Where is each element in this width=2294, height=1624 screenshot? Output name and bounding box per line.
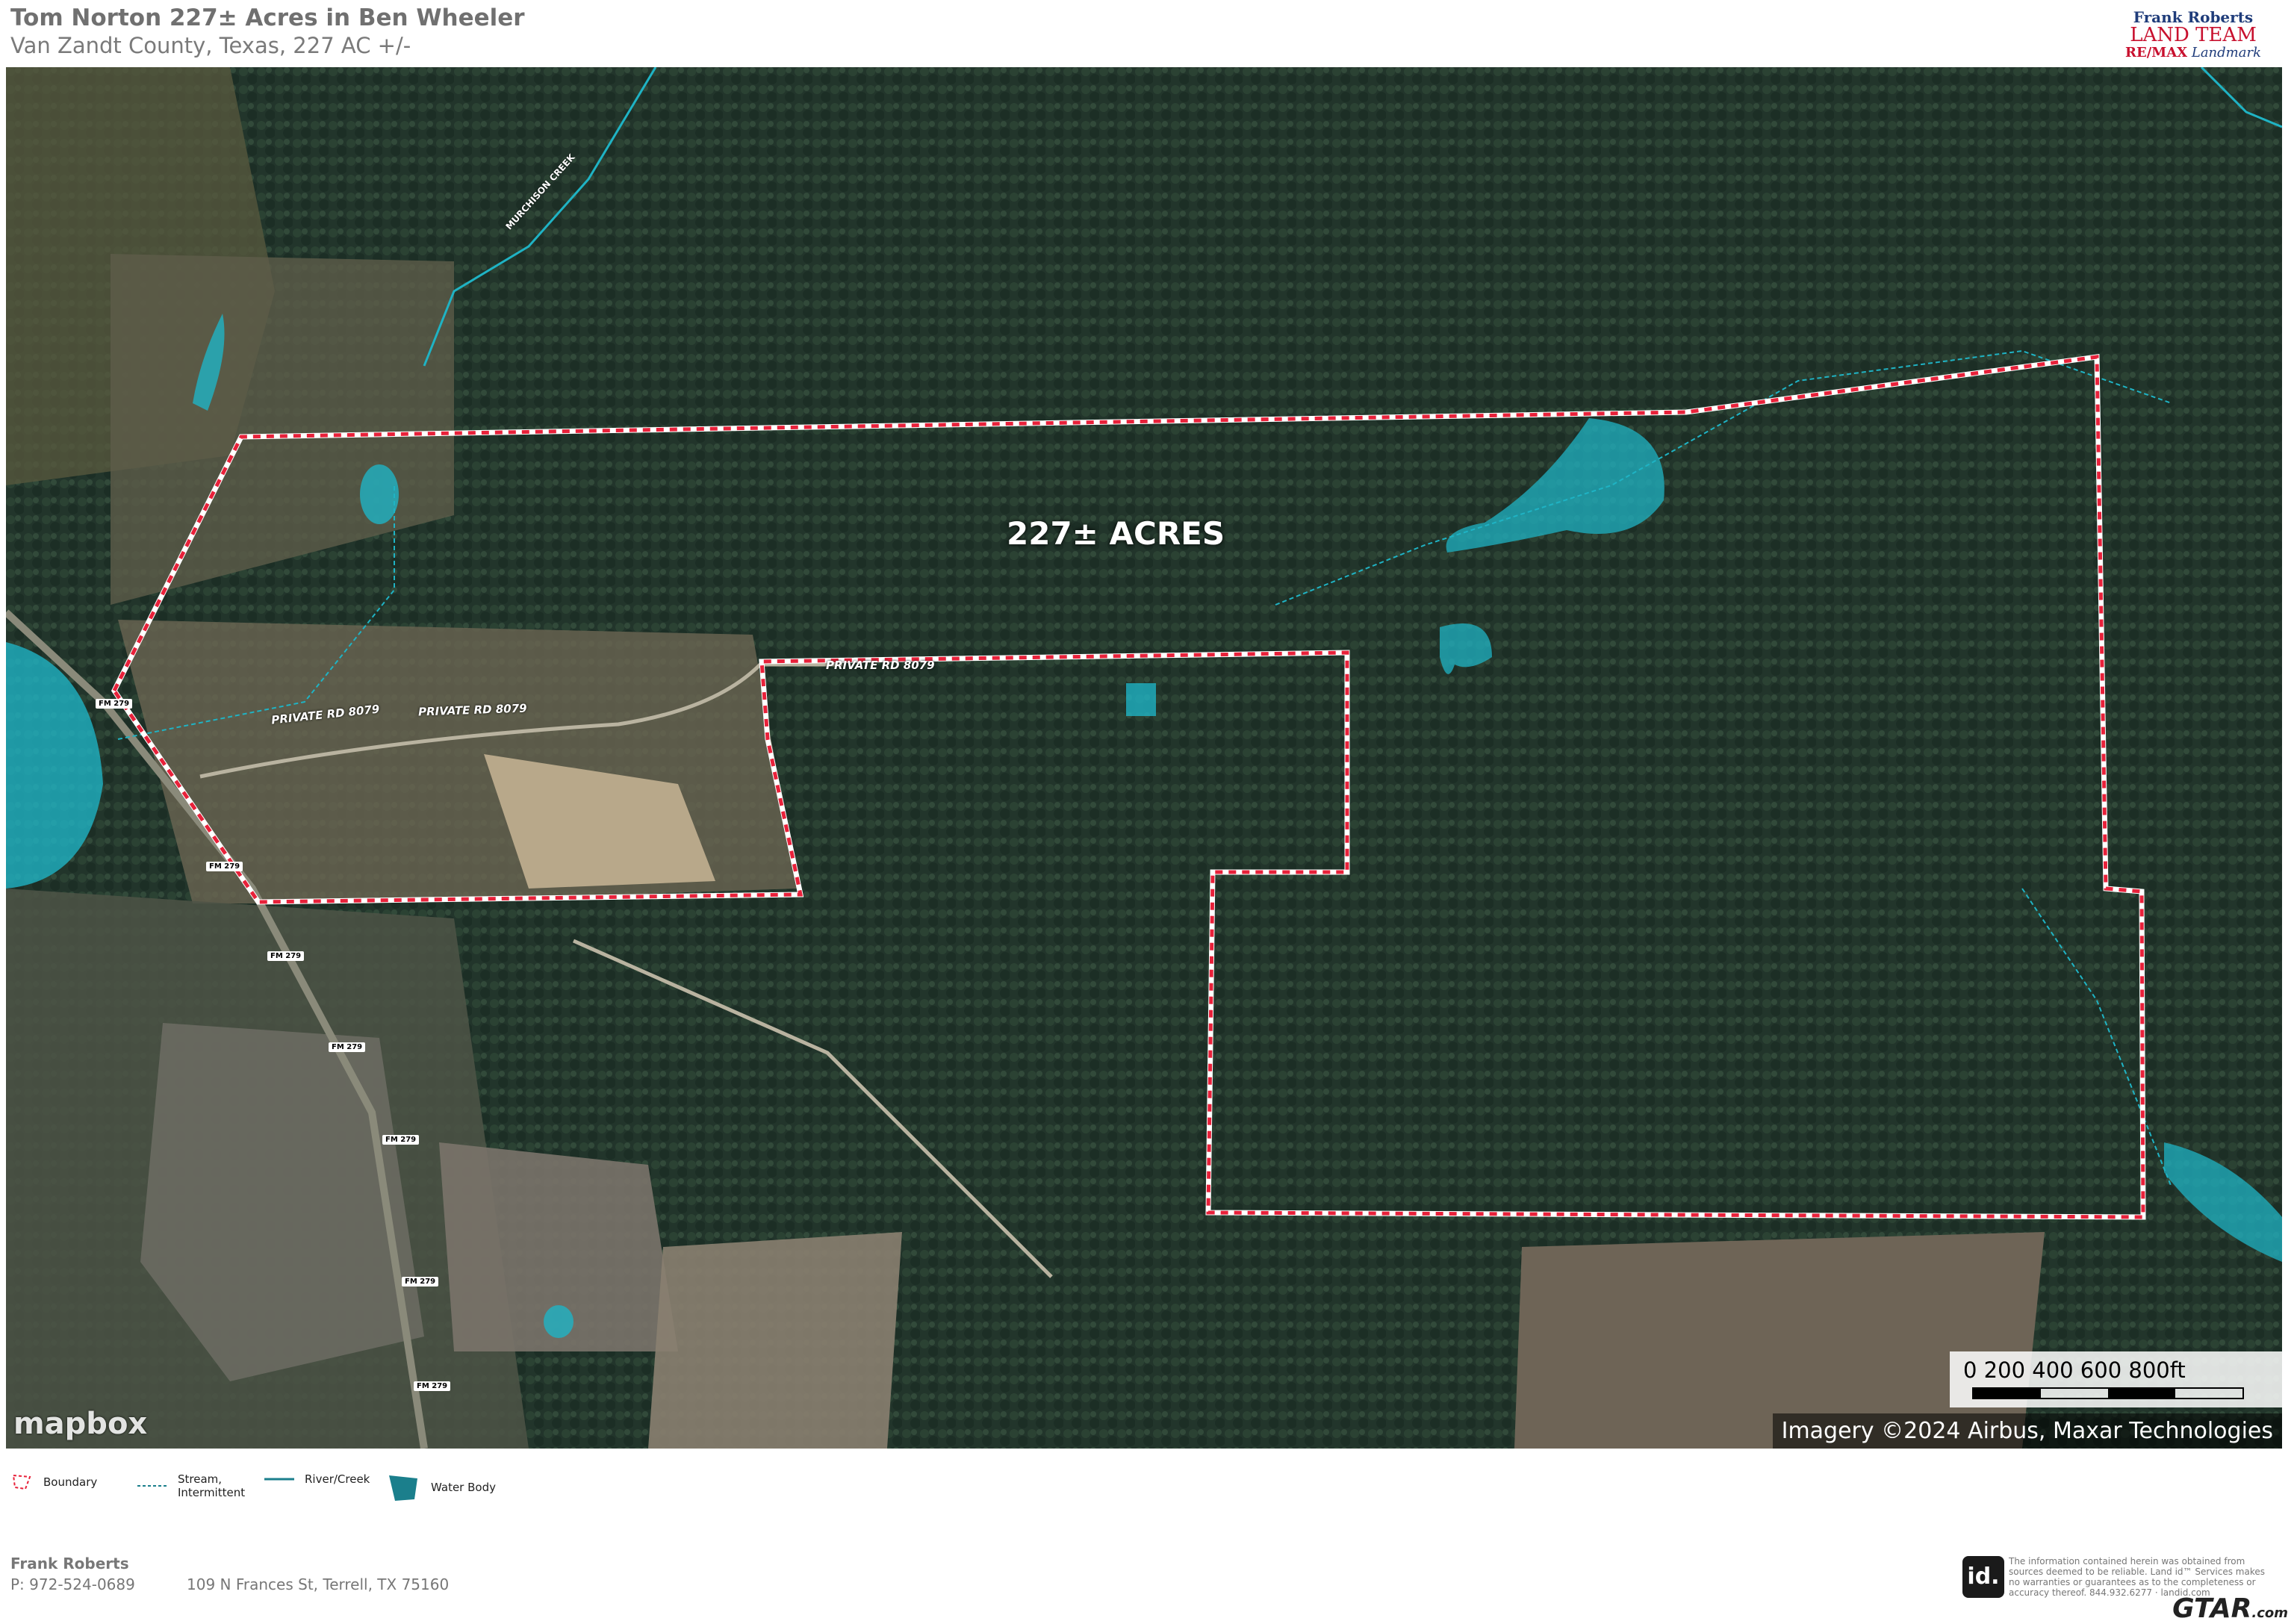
- acres-label: 227± ACRES: [1007, 515, 1225, 552]
- agent-name: Frank Roberts: [10, 1555, 129, 1572]
- legend-water: Water Body: [388, 1472, 496, 1502]
- fm-label: FM 279: [267, 951, 305, 961]
- imagery-attribution[interactable]: Imagery ©2024 Airbus, Maxar Technologies: [1772, 1413, 2282, 1449]
- legend-stream: Stream, Intermittent: [137, 1472, 260, 1499]
- field-south-2: [648, 1232, 902, 1449]
- logo-line-3: RE/MAX Landmark: [2125, 45, 2261, 60]
- page-title: Tom Norton 227± Acres in Ben Wheeler: [10, 4, 525, 31]
- fm-label: FM 279: [414, 1381, 451, 1391]
- scale-bar: 0 200 400 600 800ft: [1950, 1351, 2282, 1407]
- stream-legend-icon: [137, 1485, 167, 1487]
- logo-line-1: Frank Roberts: [2133, 8, 2254, 26]
- water-body-legend-icon: [389, 1475, 417, 1501]
- satellite-map[interactable]: 227± ACRES PRIVATE RD 8079 PRIVATE RD 80…: [6, 67, 2282, 1449]
- scale-bar-graphic: [1972, 1387, 2244, 1399]
- fm-label: FM 279: [206, 862, 243, 871]
- fm-label: FM 279: [96, 699, 133, 709]
- agent-address: 109 N Frances St, Terrell, TX 75160: [187, 1575, 450, 1593]
- scale-labels: 0 200 400 600 800ft: [1963, 1357, 2186, 1383]
- boundary-legend-icon: [12, 1474, 31, 1490]
- pond-square: [1126, 683, 1156, 716]
- fm-label: FM 279: [402, 1277, 439, 1287]
- river-legend-icon: [264, 1478, 294, 1481]
- legend-river: River/Creek: [264, 1472, 370, 1486]
- gtar-logo: GTAR.com: [2172, 1593, 2288, 1624]
- map-canvas: [6, 67, 2282, 1449]
- logo-line-2: LAND TEAM: [2130, 24, 2257, 46]
- pond-west: [360, 464, 399, 524]
- page-subtitle: Van Zandt County, Texas, 227 AC +/-: [10, 33, 411, 58]
- road-label: PRIVATE RD 8079: [826, 659, 935, 672]
- pond-south: [544, 1305, 574, 1338]
- disclaimer: The information contained herein was obt…: [2009, 1556, 2265, 1598]
- brand-logo: Frank Roberts LAND TEAM RE/MAX Landmark: [2122, 9, 2264, 61]
- legend-boundary: Boundary: [10, 1472, 97, 1492]
- land-id-logo: id.: [1962, 1556, 2004, 1598]
- mapbox-logo[interactable]: mapbox: [13, 1407, 147, 1441]
- fm-label: FM 279: [382, 1135, 420, 1145]
- agent-phone[interactable]: P: 972-524-0689: [10, 1575, 135, 1593]
- header: Tom Norton 227± Acres in Ben Wheeler Van…: [0, 0, 2294, 67]
- map-legend: Boundary Stream, Intermittent River/Cree…: [10, 1463, 683, 1516]
- fm-label: FM 279: [329, 1042, 366, 1052]
